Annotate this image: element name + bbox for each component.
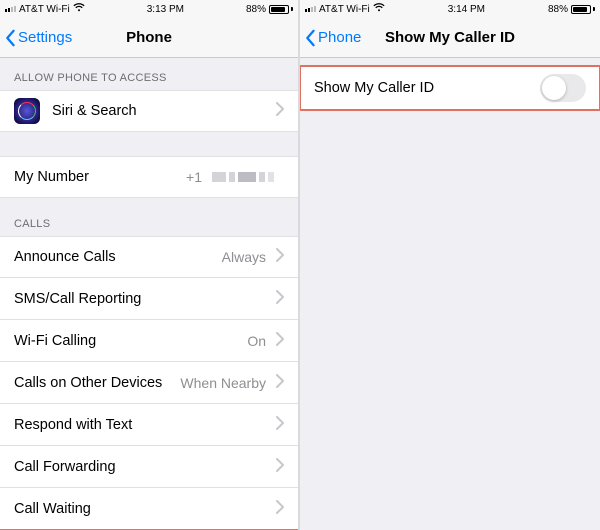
row-call-forwarding[interactable]: Call Forwarding	[0, 446, 298, 488]
right-screenshot: AT&T Wi-Fi 3:14 PM 88% Phone Show My Cal…	[300, 0, 600, 530]
row-announce-calls[interactable]: Announce Calls Always	[0, 236, 298, 278]
back-label: Phone	[318, 29, 361, 46]
row-label: Siri & Search	[52, 103, 137, 119]
chevron-right-icon	[276, 458, 284, 476]
clock-label: 3:13 PM	[147, 4, 184, 15]
nav-bar: Phone Show My Caller ID	[300, 18, 600, 58]
clock-label: 3:14 PM	[448, 4, 485, 15]
chevron-right-icon	[276, 248, 284, 266]
chevron-right-icon	[276, 332, 284, 350]
chevron-right-icon	[276, 102, 284, 120]
chevron-right-icon	[276, 500, 284, 518]
battery-icon	[571, 5, 595, 14]
row-value: Always	[222, 249, 266, 265]
row-label: Call Waiting	[14, 501, 91, 517]
chevron-right-icon	[276, 290, 284, 308]
row-call-waiting[interactable]: Call Waiting	[0, 488, 298, 530]
redacted-number	[212, 172, 274, 182]
row-label: Call Forwarding	[14, 459, 116, 475]
signal-bars-icon	[305, 6, 316, 12]
chevron-left-icon	[4, 29, 16, 47]
battery-icon	[269, 5, 293, 14]
caller-id-toggle[interactable]	[540, 74, 586, 102]
carrier-label: AT&T Wi-Fi	[319, 4, 370, 15]
row-sms-call-reporting[interactable]: SMS/Call Reporting	[0, 278, 298, 320]
back-label: Settings	[18, 29, 72, 46]
settings-scroll[interactable]: ALLOW PHONE TO ACCESS Siri & Search My N…	[0, 58, 298, 530]
row-label: SMS/Call Reporting	[14, 291, 141, 307]
row-value: +1	[186, 169, 202, 185]
row-show-my-caller-id-toggle: Show My Caller ID	[300, 66, 600, 110]
row-value: On	[247, 333, 266, 349]
nav-bar: Settings Phone	[0, 18, 298, 58]
chevron-right-icon	[276, 374, 284, 392]
row-value: When Nearby	[180, 375, 266, 391]
carrier-label: AT&T Wi-Fi	[19, 4, 70, 15]
row-respond-with-text[interactable]: Respond with Text	[0, 404, 298, 446]
section-header-calls: CALLS	[0, 198, 298, 236]
row-label: Announce Calls	[14, 249, 116, 265]
row-label: Show My Caller ID	[314, 80, 434, 96]
status-bar: AT&T Wi-Fi 3:14 PM 88%	[300, 0, 600, 18]
signal-bars-icon	[5, 6, 16, 12]
row-label: Respond with Text	[14, 417, 132, 433]
row-label: Wi-Fi Calling	[14, 333, 96, 349]
left-screenshot: AT&T Wi-Fi 3:13 PM 88% Settings Phone AL…	[0, 0, 300, 530]
chevron-left-icon	[304, 29, 316, 47]
row-my-number[interactable]: My Number +1	[0, 156, 298, 198]
row-calls-other-devices[interactable]: Calls on Other Devices When Nearby	[0, 362, 298, 404]
row-label: My Number	[14, 169, 89, 185]
back-button[interactable]: Phone	[304, 29, 361, 47]
wifi-icon	[373, 3, 385, 15]
status-bar: AT&T Wi-Fi 3:13 PM 88%	[0, 0, 298, 18]
wifi-icon	[73, 3, 85, 15]
row-siri-search[interactable]: Siri & Search	[0, 90, 298, 132]
row-wifi-calling[interactable]: Wi-Fi Calling On	[0, 320, 298, 362]
battery-percent-label: 88%	[548, 4, 568, 15]
chevron-right-icon	[276, 416, 284, 434]
back-button[interactable]: Settings	[4, 29, 72, 47]
section-header-access: ALLOW PHONE TO ACCESS	[0, 58, 298, 90]
row-label: Calls on Other Devices	[14, 375, 162, 391]
siri-icon	[14, 98, 40, 124]
battery-percent-label: 88%	[246, 4, 266, 15]
